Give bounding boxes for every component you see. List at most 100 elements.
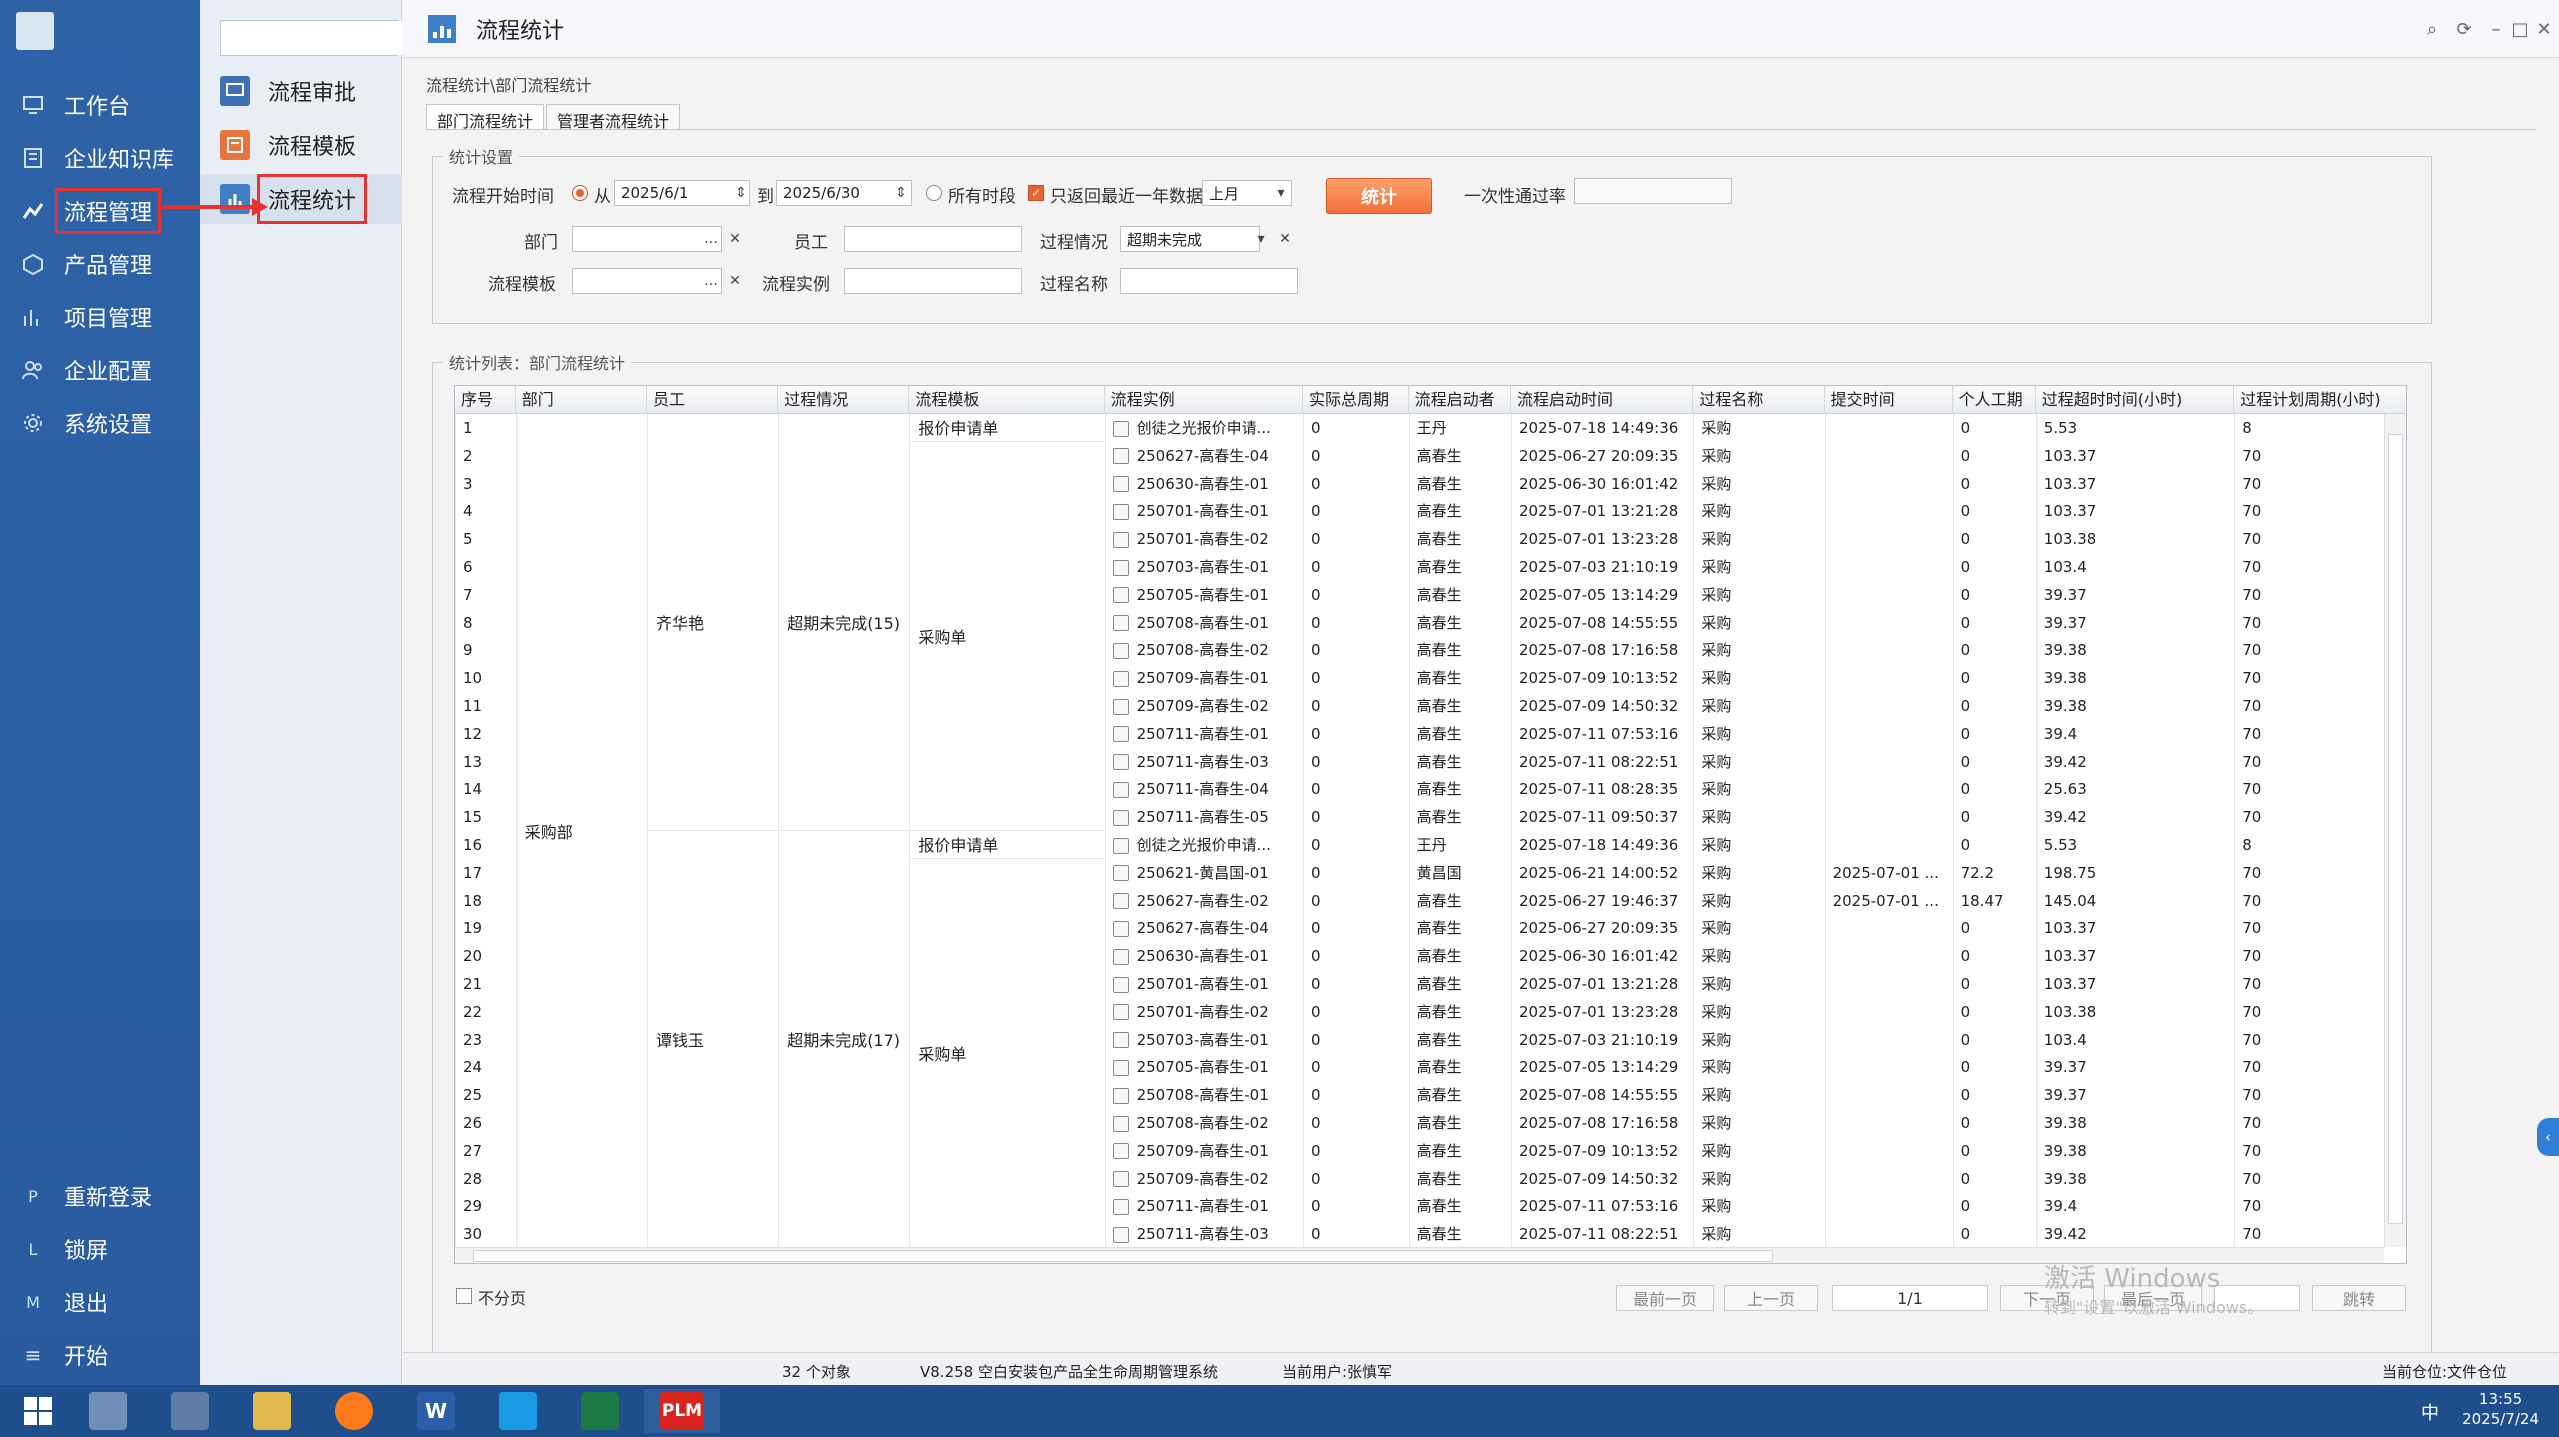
column-header[interactable]: 过程超时时间(小时) (2036, 386, 2235, 414)
instance-text: 250701-高春生-02 (1136, 530, 1269, 549)
instance-text: 创徒之光报价申请... (1136, 419, 1271, 437)
column-header[interactable]: 流程实例 (1105, 386, 1303, 414)
chevron-down-icon[interactable]: ▾ (1252, 228, 1270, 250)
nav-item-lock[interactable]: L 锁屏 (0, 1226, 200, 1272)
table-cell (1825, 442, 1953, 470)
table-cell: 39.37 (2043, 613, 2087, 632)
table-cell: 0 (1311, 585, 1321, 604)
nav-label: 工作台 (64, 95, 131, 120)
clear-icon[interactable]: ✕ (726, 228, 744, 250)
table-cell: 高春生 (1416, 641, 1462, 660)
search-icon[interactable]: ⌕ (2417, 15, 2447, 43)
employee-input[interactable] (844, 226, 1022, 252)
computer-icon[interactable] (70, 1389, 146, 1433)
spinner-icon[interactable]: ⇕ (732, 182, 750, 204)
column-header[interactable]: 实际总周期 (1303, 386, 1409, 414)
nav-item-settings[interactable]: 系统设置 (0, 400, 200, 446)
refresh-icon[interactable]: ⟳ (2449, 15, 2479, 43)
recent-year-checkbox[interactable]: ✓ (1028, 185, 1044, 201)
column-header[interactable]: 流程模板 (909, 386, 1105, 414)
prev-page-button[interactable]: 上一页 (1724, 1285, 1818, 1311)
table-cell: 0 (1960, 808, 1971, 827)
nav-item-start[interactable]: ≡ 开始 (0, 1332, 200, 1378)
column-header[interactable]: 员工 (647, 386, 779, 414)
table-cell: 11 (463, 697, 483, 715)
process-status-value: 超期未完成 (1127, 230, 1203, 249)
word-icon[interactable]: W (398, 1389, 474, 1433)
process-status-select[interactable]: 超期未完成 (1120, 226, 1260, 252)
clear-icon[interactable]: ✕ (726, 270, 744, 292)
scroll-thumb[interactable] (2388, 434, 2403, 1224)
ellipsis-button[interactable]: … (702, 270, 720, 292)
table-cell: 0 (1960, 919, 1971, 938)
vertical-scrollbar[interactable] (2384, 414, 2406, 1247)
spinner-icon[interactable]: ⇕ (892, 182, 910, 204)
column-header[interactable]: 流程启动者 (1409, 386, 1511, 414)
all-period-radio[interactable] (926, 185, 942, 201)
sub-search-input[interactable] (221, 21, 425, 55)
dept-input[interactable] (572, 226, 722, 252)
nav-item-project[interactable]: 项目管理 (0, 294, 200, 340)
table-cell: 高春生 (1416, 1141, 1462, 1160)
column-header[interactable]: 过程情况 (778, 386, 910, 414)
sub-item-template[interactable]: 流程模板 (200, 120, 402, 170)
column-header[interactable]: 过程名称 (1693, 386, 1825, 414)
process-name-input[interactable] (1120, 268, 1298, 294)
firefox-icon[interactable] (316, 1389, 392, 1433)
template-input[interactable] (572, 268, 722, 294)
first-page-button[interactable]: 最前一页 (1616, 1285, 1714, 1311)
column-header[interactable]: 序号 (455, 386, 516, 414)
from-date-input[interactable]: 2025/6/1 (614, 180, 750, 206)
jump-button[interactable]: 跳转 (2312, 1285, 2406, 1311)
table-cell: 0 (1311, 530, 1321, 549)
tab-manager-stat[interactable]: 管理者流程统计 (546, 104, 681, 131)
table-cell: 2025-07-01 13:21:28 (1519, 975, 1679, 993)
ellipsis-button[interactable]: … (702, 228, 720, 250)
remote-icon[interactable] (152, 1389, 228, 1433)
ime-indicator[interactable]: 中 (2421, 1399, 2439, 1425)
column-header[interactable]: 流程启动时间 (1511, 386, 1694, 414)
folder-icon[interactable] (234, 1389, 310, 1433)
process-instance-icon (1112, 1059, 1129, 1076)
nav-item-enterprise[interactable]: 企业配置 (0, 347, 200, 393)
instance-input[interactable] (844, 268, 1022, 294)
table-cell: 39.4 (2043, 1197, 2078, 1216)
nav-item-exit[interactable]: M 退出 (0, 1279, 200, 1325)
nav-item-relogin[interactable]: P 重新登录 (0, 1173, 200, 1219)
nav-item-workbench[interactable]: 工作台 (0, 82, 200, 128)
sub-item-approval[interactable]: 流程审批 (200, 66, 402, 116)
plm-icon[interactable]: PLM (644, 1389, 720, 1433)
table-cell: 70 (2242, 1086, 2262, 1105)
nav-item-product[interactable]: 产品管理 (0, 241, 200, 287)
table-cell (1825, 1192, 1953, 1220)
data-grid: 序号 部门 员工 过程情况 流程模板 流程实例 实际总周期 流程启动者 流程启动时间 过程名称 提交… (454, 385, 2407, 1264)
scroll-thumb[interactable] (473, 1250, 1773, 1262)
from-radio[interactable] (572, 185, 588, 201)
no-paging-checkbox[interactable] (456, 1288, 472, 1304)
table-cell: 2025-07-01 13:21:28 (1519, 502, 1679, 521)
table-cell: 145.04 (2043, 891, 2097, 910)
column-header[interactable]: 提交时间 (1825, 386, 1953, 414)
chevron-down-icon[interactable]: ▾ (1272, 182, 1290, 204)
merged-template-cell: 采购单 (910, 858, 1104, 1248)
table-cell: 18 (463, 891, 483, 910)
app-icon[interactable] (480, 1389, 556, 1433)
side-collapse-tab[interactable]: ‹ (2537, 1118, 2559, 1156)
process-instance-icon (1112, 615, 1129, 632)
taskbar-clock[interactable]: 13:55 2025/7/24 (2462, 1389, 2539, 1429)
column-header[interactable]: 过程计划周期(小时) (2234, 386, 2406, 414)
windows-start-icon[interactable] (0, 1389, 76, 1433)
table-cell: 0 (1960, 419, 1971, 437)
column-header[interactable]: 个人工期 (1953, 386, 2036, 414)
table-cell: 采购 (1701, 585, 1732, 604)
clear-icon[interactable]: ✕ (1276, 228, 1294, 250)
excel-icon[interactable] (562, 1389, 638, 1433)
close-button[interactable]: ✕ (2529, 15, 2559, 43)
nav-item-knowledge[interactable]: 企业知识库 (0, 135, 200, 181)
table-cell: 25.63 (2043, 780, 2087, 799)
tab-dept-stat[interactable]: 部门流程统计 (426, 104, 545, 131)
column-header[interactable]: 部门 (516, 386, 647, 414)
stat-button[interactable]: 统计 (1326, 178, 1432, 214)
table-cell: 2025-06-30 16:01:42 (1519, 947, 1679, 966)
table-cell: 0 (1311, 947, 1321, 966)
